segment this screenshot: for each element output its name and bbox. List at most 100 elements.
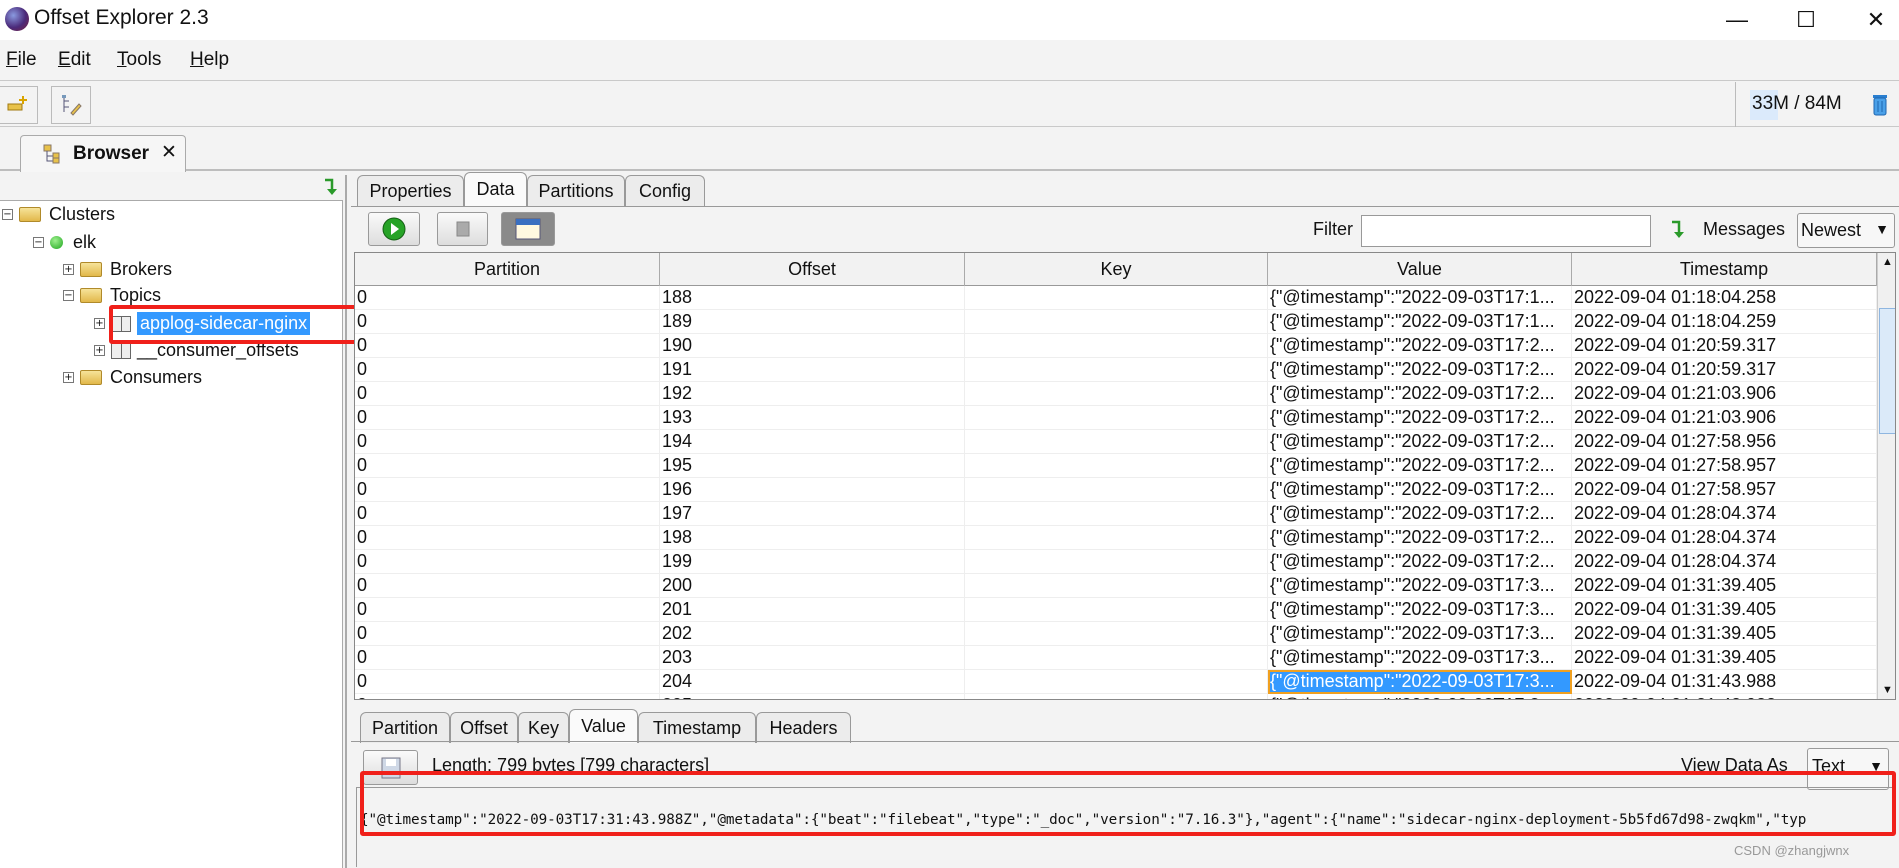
cell-value[interactable]: {"@timestamp":"2022-09-03T17:2... <box>1268 334 1572 358</box>
cell-value[interactable]: {"@timestamp":"2022-09-03T17:2... <box>1268 526 1572 550</box>
expand-icon[interactable]: + <box>94 345 105 356</box>
cell-key[interactable] <box>965 694 1268 699</box>
cell-value[interactable]: {"@timestamp":"2022-09-03T17:2... <box>1268 478 1572 502</box>
cell-offset[interactable]: 191 <box>660 358 965 382</box>
table-row[interactable]: 0 194 {"@timestamp":"2022-09-03T17:2... 202… <box>355 430 1877 454</box>
detail-tab-timestamp[interactable]: Timestamp <box>638 712 756 743</box>
cell-offset[interactable]: 195 <box>660 454 965 478</box>
cell-timestamp[interactable]: 2022-09-04 01:27:58.957 <box>1572 478 1877 502</box>
table-row[interactable]: 0205 {"@timestamp":"2022-09-03T17:3...202… <box>355 694 1877 699</box>
close-button[interactable]: ✕ <box>1846 0 1899 40</box>
add-cluster-button[interactable] <box>0 86 38 124</box>
cell-value[interactable]: {"@timestamp":"2022-09-03T17:3... <box>1268 622 1572 646</box>
detail-tab-value[interactable]: Value <box>569 709 638 743</box>
refresh-arrow-icon[interactable] <box>322 177 340 197</box>
minimize-button[interactable]: — <box>1707 0 1767 40</box>
cell-value[interactable]: {"@timestamp":"2022-09-03T17:3... <box>1268 646 1572 670</box>
table-row[interactable]: 0 197 {"@timestamp":"2022-09-03T17:2... 202… <box>355 502 1877 526</box>
tree-node-clusters[interactable]: − Clusters <box>2 201 115 228</box>
cell-partition[interactable]: 0 <box>355 430 660 454</box>
scroll-up-icon[interactable]: ▲ <box>1882 256 1893 268</box>
cell-offset[interactable]: 188 <box>660 286 965 310</box>
cell-offset[interactable]: 189 <box>660 310 965 334</box>
cell-offset[interactable]: 196 <box>660 478 965 502</box>
cell-partition[interactable]: 0 <box>355 478 660 502</box>
collapse-icon[interactable]: − <box>2 209 13 220</box>
cell-partition[interactable]: 0 <box>355 670 660 694</box>
cell-offset[interactable]: 201 <box>660 598 965 622</box>
tab-config[interactable]: Config <box>625 175 705 206</box>
cell-key[interactable] <box>965 382 1268 406</box>
detail-tab-headers[interactable]: Headers <box>756 712 851 743</box>
column-header-key[interactable]: Key <box>965 253 1268 286</box>
tree-node-consumers[interactable]: + Consumers <box>63 364 202 391</box>
tab-partitions[interactable]: Partitions <box>527 175 625 206</box>
cell-partition[interactable]: 0 <box>355 502 660 526</box>
cell-offset[interactable]: 205 <box>660 694 965 699</box>
table-row[interactable]: 0 196 {"@timestamp":"2022-09-03T17:2... 202… <box>355 478 1877 502</box>
view-message-button[interactable] <box>501 212 555 246</box>
expand-icon[interactable]: + <box>63 264 74 275</box>
table-row[interactable]: 0 200 {"@timestamp":"2022-09-03T17:3... 202… <box>355 574 1877 598</box>
table-row[interactable]: 0 204 {"@timestamp":"2022-09-03T17:3... 202… <box>355 670 1877 694</box>
cell-partition[interactable]: 0 <box>355 454 660 478</box>
cell-timestamp[interactable]: 2022-09-04 01:31:39.405 <box>1572 574 1877 598</box>
stop-button[interactable] <box>437 212 488 246</box>
column-header-timestamp[interactable]: Timestamp <box>1572 253 1877 286</box>
cell-key[interactable] <box>965 598 1268 622</box>
table-row[interactable]: 0 191 {"@timestamp":"2022-09-03T17:2... 202… <box>355 358 1877 382</box>
cell-timestamp[interactable]: 2022-09-04 01:18:04.259 <box>1572 310 1877 334</box>
cell-partition[interactable]: 0 <box>355 334 660 358</box>
table-row[interactable]: 0 195 {"@timestamp":"2022-09-03T17:2... 202… <box>355 454 1877 478</box>
detail-tab-partition[interactable]: Partition <box>360 712 450 743</box>
cell-key[interactable] <box>965 622 1268 646</box>
tree-node-elk[interactable]: − elk <box>33 229 96 256</box>
table-row[interactable]: 0 202 {"@timestamp":"2022-09-03T17:3... 202… <box>355 622 1877 646</box>
cell-value[interactable]: {"@timestamp":"2022-09-03T17:3... <box>1268 694 1572 699</box>
cell-timestamp[interactable]: 2022-09-04 01:31:39.405 <box>1572 598 1877 622</box>
cell-timestamp[interactable]: 2022-09-04 01:20:59.317 <box>1572 358 1877 382</box>
column-header-value[interactable]: Value <box>1268 253 1572 286</box>
cell-partition[interactable]: 0 <box>355 598 660 622</box>
cell-timestamp[interactable]: 2022-09-04 01:28:04.374 <box>1572 502 1877 526</box>
table-row[interactable]: 0 188 {"@timestamp":"2022-09-03T17:1... 202… <box>355 286 1877 310</box>
cell-offset[interactable]: 199 <box>660 550 965 574</box>
filter-input[interactable] <box>1361 215 1651 247</box>
cell-value[interactable]: {"@timestamp":"2022-09-03T17:2... <box>1268 406 1572 430</box>
menu-edit[interactable]: Edit <box>58 49 91 71</box>
cell-offset[interactable]: 204 <box>660 670 965 694</box>
cell-offset[interactable]: 192 <box>660 382 965 406</box>
scroll-down-icon[interactable]: ▼ <box>1882 684 1893 696</box>
table-row[interactable]: 0 192 {"@timestamp":"2022-09-03T17:2... 202… <box>355 382 1877 406</box>
cell-offset[interactable]: 197 <box>660 502 965 526</box>
cell-key[interactable] <box>965 286 1268 310</box>
cell-key[interactable] <box>965 430 1268 454</box>
cell-timestamp[interactable]: 2022-09-04 01:18:04.258 <box>1572 286 1877 310</box>
cell-key[interactable] <box>965 526 1268 550</box>
table-row[interactable]: 0 201 {"@timestamp":"2022-09-03T17:3... 202… <box>355 598 1877 622</box>
expand-icon[interactable]: + <box>94 318 105 329</box>
cell-value[interactable]: {"@timestamp":"2022-09-03T17:2... <box>1268 382 1572 406</box>
cell-offset[interactable]: 202 <box>660 622 965 646</box>
cell-timestamp[interactable]: 2022-09-04 01:28:04.374 <box>1572 526 1877 550</box>
cell-partition[interactable]: 0 <box>355 382 660 406</box>
cell-key[interactable] <box>965 310 1268 334</box>
detail-tab-offset[interactable]: Offset <box>450 712 518 743</box>
cell-timestamp[interactable]: 2022-09-04 01:21:03.906 <box>1572 382 1877 406</box>
table-row[interactable]: 0 199 {"@timestamp":"2022-09-03T17:2... 202… <box>355 550 1877 574</box>
cell-timestamp[interactable]: 2022-09-04 01:21:03.906 <box>1572 406 1877 430</box>
tree-node-brokers[interactable]: + Brokers <box>63 256 172 283</box>
table-row[interactable]: 0 203 {"@timestamp":"2022-09-03T17:3... 202… <box>355 646 1877 670</box>
cell-partition[interactable]: 0 <box>355 646 660 670</box>
cell-value[interactable]: {"@timestamp":"2022-09-03T17:2... <box>1268 430 1572 454</box>
cell-value[interactable]: {"@timestamp":"2022-09-03T17:2... <box>1268 454 1572 478</box>
cell-key[interactable] <box>965 406 1268 430</box>
cell-partition[interactable]: 0 <box>355 550 660 574</box>
cell-value[interactable]: {"@timestamp":"2022-09-03T17:3... <box>1268 670 1572 694</box>
cell-timestamp[interactable]: 2022-09-04 01:27:58.956 <box>1572 430 1877 454</box>
menu-help[interactable]: Help <box>190 49 229 71</box>
cell-partition[interactable]: 0 <box>355 406 660 430</box>
collapse-icon[interactable]: − <box>33 237 44 248</box>
tab-browser[interactable]: Browser ✕ <box>20 135 186 172</box>
cell-value[interactable]: {"@timestamp":"2022-09-03T17:3... <box>1268 598 1572 622</box>
